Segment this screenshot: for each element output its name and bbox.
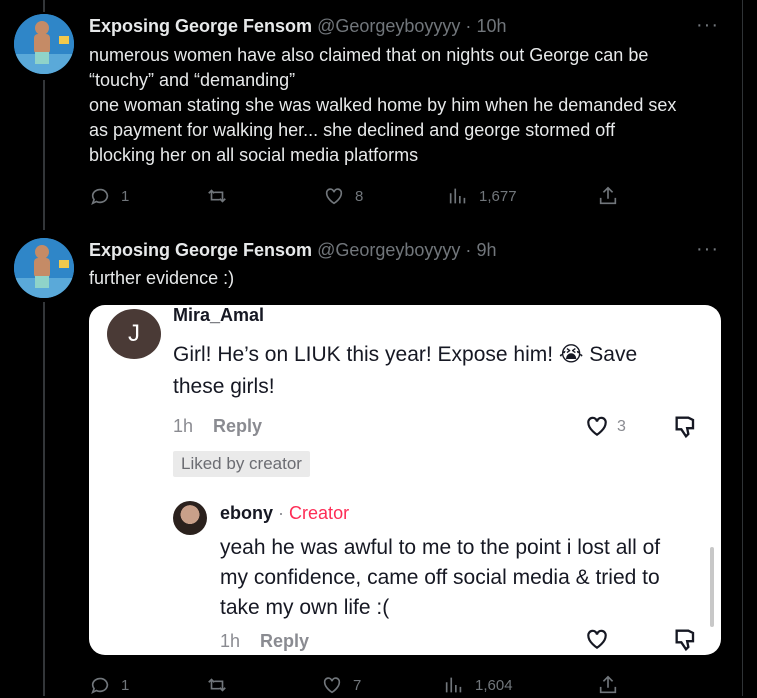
timeline-border [742, 0, 743, 696]
reply-avatar [173, 501, 207, 535]
tweet-text-line: numerous women have also claimed that on… [89, 45, 649, 65]
share-icon [599, 675, 617, 694]
comment-heart-icon [583, 413, 611, 444]
tweet-text-line: further evidence :) [89, 268, 235, 288]
more-options-icon[interactable]: ··· [696, 14, 719, 37]
action-bar: 1 8 1,677 [89, 185, 629, 209]
creator-label: Creator [289, 503, 350, 523]
reply-separator: · [278, 503, 285, 523]
reply-reply-label: Reply [260, 631, 310, 651]
comment-text-line: Girl! He’s on LIUK this year! Expose him… [173, 343, 638, 366]
reply-icon [91, 677, 109, 695]
reply-heart-icon [583, 626, 611, 655]
view-count: 1,677 [479, 187, 517, 205]
reply-button[interactable]: 1 [89, 185, 129, 207]
tweet-text: numerous women have also claimed that on… [89, 43, 729, 168]
retweet-button[interactable] [206, 185, 238, 207]
display-name[interactable]: Exposing George Fensom [89, 16, 312, 36]
tweet-text-line: as payment for walking her... she declin… [89, 120, 615, 140]
view-count: 1,604 [475, 676, 513, 694]
heart-icon [323, 677, 341, 694]
reply-text-line: take my own life :( [220, 596, 390, 619]
reply-time: 1h [220, 631, 241, 651]
handle[interactable]: @Georgeyboyyyy [317, 240, 460, 260]
comment-reply-label: Reply [213, 416, 263, 436]
views-button[interactable]: 1,604 [443, 674, 513, 696]
reply-count: 1 [121, 676, 130, 694]
comment-time: 1h [173, 416, 194, 436]
reply-icon [91, 188, 109, 206]
retweet-button[interactable] [206, 674, 238, 696]
share-icon [599, 186, 617, 205]
reply-button[interactable]: 1 [89, 674, 129, 696]
tweet-text-line: blocking her on all social media platfor… [89, 145, 419, 165]
analytics-icon [445, 677, 462, 693]
analytics-icon [449, 188, 466, 204]
avatar[interactable] [14, 238, 74, 298]
tweet-text-line: one woman stating she was walked home by… [89, 95, 677, 115]
handle[interactable]: @Georgeyboyyyy [317, 16, 460, 36]
retweet-icon [208, 189, 226, 203]
comment-like-count: 3 [617, 418, 626, 435]
scrollbar [710, 547, 714, 627]
tweet-header: Exposing George Fensom @Georgeyboyyyy · … [89, 240, 496, 261]
separator: · [465, 240, 472, 260]
more-options-icon[interactable]: ··· [696, 238, 719, 261]
like-count: 8 [355, 187, 364, 205]
liked-by-creator-badge: Liked by creator [173, 451, 310, 477]
separator: · [465, 16, 472, 36]
views-button[interactable]: 1,677 [447, 185, 517, 207]
timestamp[interactable]: 9h [476, 240, 496, 260]
tweet-header: Exposing George Fensom @Georgeyboyyyy · … [89, 16, 506, 37]
comment-dislike-icon [672, 413, 700, 446]
avatar[interactable] [14, 14, 74, 74]
display-name[interactable]: Exposing George Fensom [89, 240, 312, 260]
reply-text-line: yeah he was awful to me to the point i l… [220, 536, 661, 559]
reply-text-line: my confidence, came off social media & t… [220, 566, 660, 589]
commenter-username: Mira_Amal [173, 305, 265, 325]
like-button[interactable]: 7 [321, 674, 361, 696]
tweet-text-line: “touchy” and “demanding” [89, 70, 296, 90]
comment-text: Girl! He’s on LIUK this year! Expose him… [173, 339, 683, 403]
tweet[interactable]: Exposing George Fensom @Georgeyboyyyy · … [0, 0, 740, 230]
tweet-text: further evidence :) [89, 266, 729, 291]
reply-username: ebony [220, 503, 274, 523]
like-count: 7 [353, 676, 362, 694]
timestamp[interactable]: 10h [476, 16, 506, 36]
embedded-image[interactable]: J Mira_Amal Girl! He’s on LIUK this year… [89, 305, 721, 655]
action-bar: 1 7 1,604 [89, 674, 629, 698]
share-button[interactable] [597, 185, 619, 207]
heart-icon [325, 188, 343, 205]
comment-text-line: these girls! [173, 375, 275, 398]
commenter-avatar: J [107, 309, 161, 359]
comment-meta: 1h Reply [173, 416, 262, 437]
reply-text: yeah he was awful to me to the point i l… [220, 533, 710, 623]
like-button[interactable]: 8 [323, 185, 363, 207]
reply-header: ebony · Creator [220, 503, 349, 524]
share-button[interactable] [597, 674, 619, 696]
reply-count: 1 [121, 187, 130, 205]
reply-dislike-icon [672, 626, 700, 655]
retweet-icon [208, 678, 226, 692]
reply-meta: 1h Reply [220, 631, 309, 652]
